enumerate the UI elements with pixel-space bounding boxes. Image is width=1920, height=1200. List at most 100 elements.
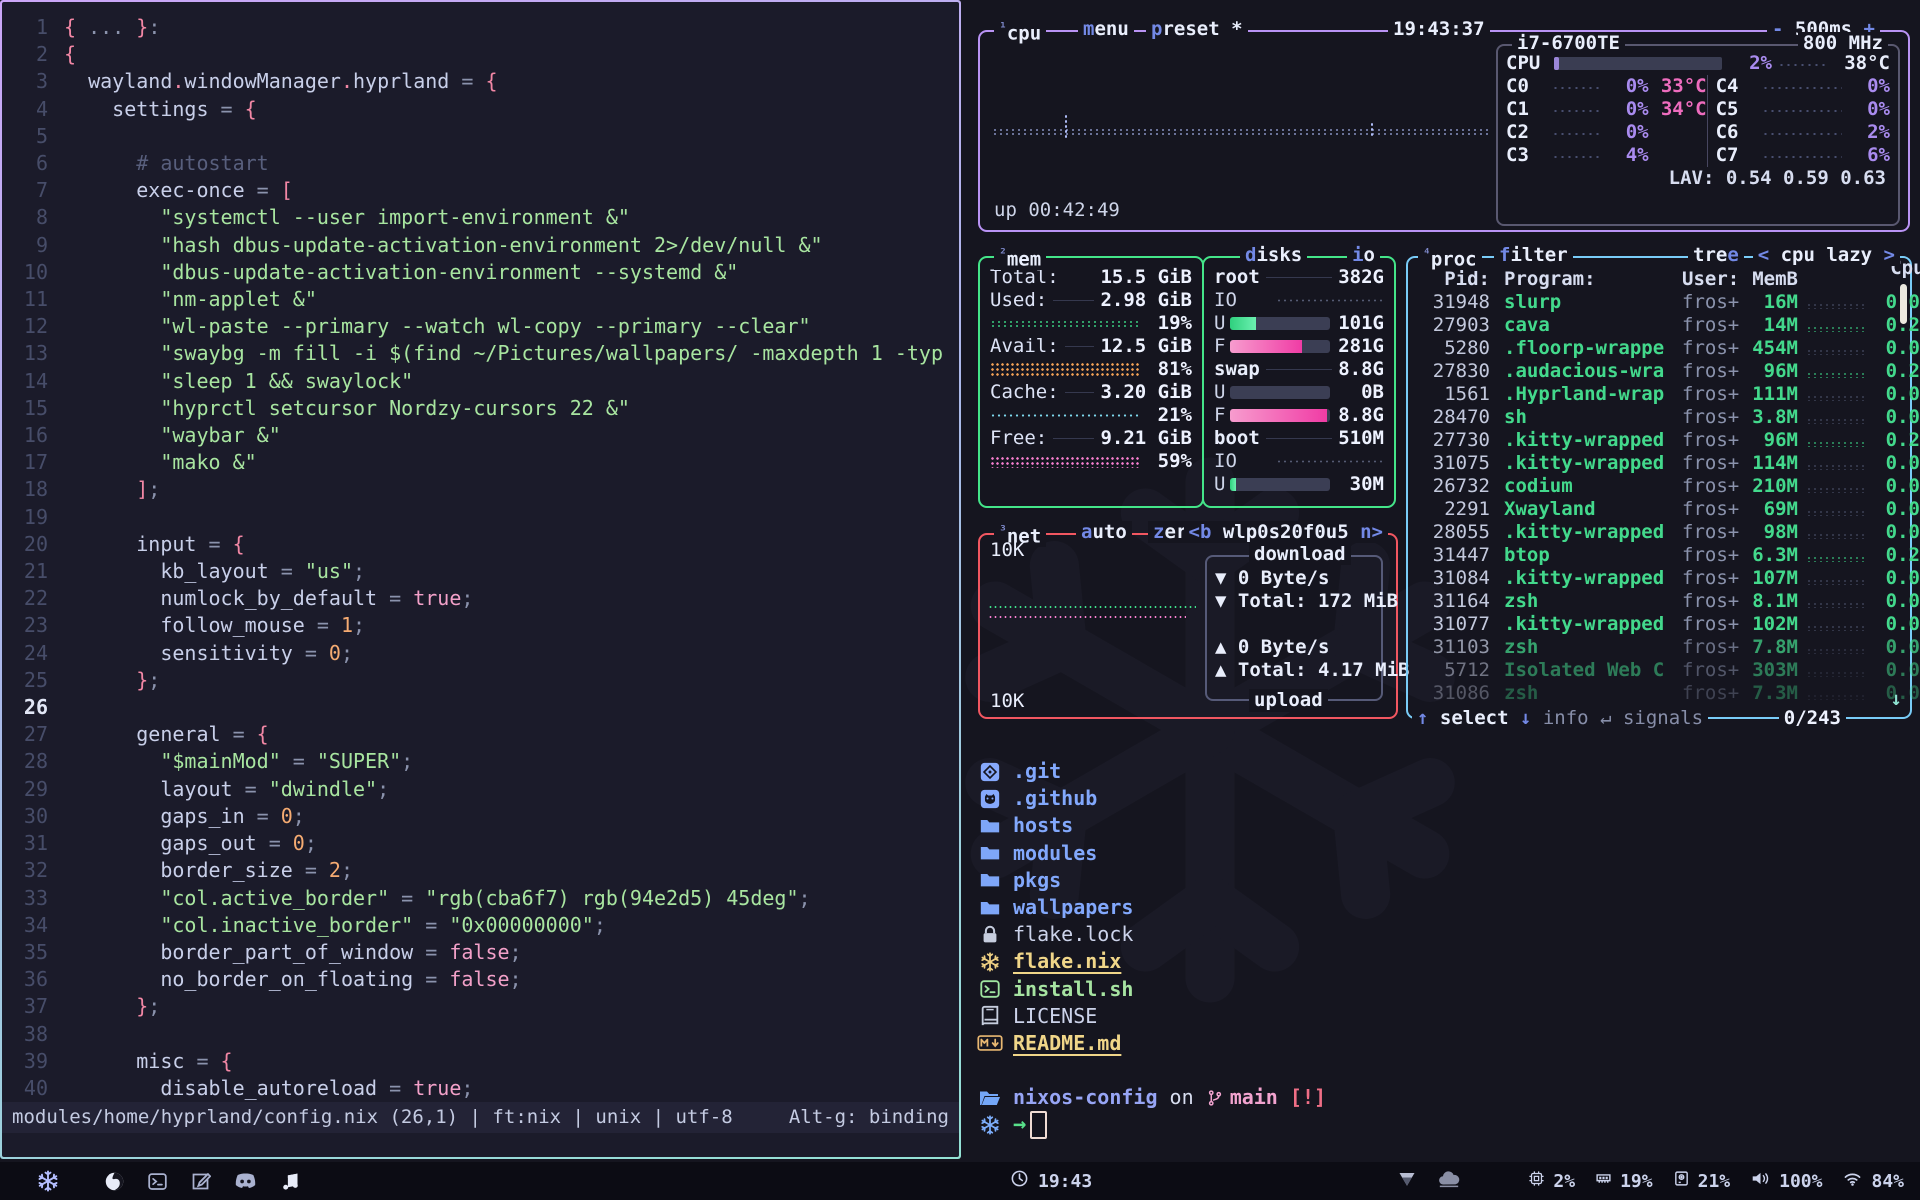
- net-interface-selector[interactable]: <b wlp0s20f0u5 n>: [1184, 521, 1389, 543]
- mem-row: Avail:12.5 GiB: [990, 335, 1192, 358]
- proc-cpu: 0.2: [1874, 544, 1920, 567]
- disk-io-graph: [1276, 459, 1384, 464]
- file-name: install.sh: [1013, 976, 1133, 1003]
- terminal-window[interactable]: .git.githubhostsmodulespkgswallpapersfla…: [977, 758, 1717, 1139]
- proc-pid: 2291: [1414, 498, 1490, 521]
- proc-cpu: 0.0: [1874, 291, 1920, 314]
- proc-row[interactable]: 31086zshfros+7.3M0.0: [1414, 682, 1904, 705]
- proc-row[interactable]: 31164zshfros+8.1M0.0: [1414, 590, 1904, 613]
- proc-keyhints[interactable]: ↑ select ↓ info ↵ signals: [1412, 707, 1708, 730]
- mem-row: 81%: [990, 358, 1192, 381]
- proc-cpu: 0.0: [1874, 337, 1920, 360]
- proc-row[interactable]: 31103zshfros+7.8M0.0: [1414, 636, 1904, 659]
- btop-net-box: ³net auto zero <b wlp0s20f0u5 n> 10K 10K…: [978, 533, 1398, 719]
- music-icon[interactable]: [280, 1171, 301, 1192]
- code-line: 30 gaps_in = 0;: [2, 803, 959, 830]
- disk-row: U30M: [1214, 473, 1384, 496]
- discord-icon[interactable]: [233, 1170, 258, 1192]
- proc-row[interactable]: 5712Isolated Web Cfros+303M0.0: [1414, 659, 1904, 682]
- proc-box-title[interactable]: ⁴proc: [1418, 244, 1482, 270]
- proc-cpu-minigraph: [1806, 671, 1868, 677]
- proc-row[interactable]: 2291Xwaylandfros+69M0.0: [1414, 498, 1904, 521]
- line-number: 36: [2, 966, 64, 993]
- disks-box-title[interactable]: disks: [1240, 244, 1307, 266]
- cpu-core-row: C10%34°C: [1506, 98, 1707, 121]
- proc-cpu: 0.2: [1874, 429, 1920, 452]
- bar-module-disk: 21%: [1673, 1170, 1731, 1192]
- proc-row[interactable]: 27830.audacious-wrafros+96M0.2: [1414, 360, 1904, 383]
- code-line: 19: [2, 504, 959, 531]
- proc-row[interactable]: 28055.kitty-wrappedfros+98M0.0: [1414, 521, 1904, 544]
- proc-pid: 28055: [1414, 521, 1490, 544]
- editor-window[interactable]: 1{ ... }:2{3 wayland.windowManager.hyprl…: [0, 0, 961, 1159]
- proc-tree-toggle[interactable]: tree: [1688, 244, 1744, 266]
- folder-open-icon: [977, 1087, 1003, 1109]
- code-area[interactable]: 1{ ... }:2{3 wayland.windowManager.hyprl…: [2, 2, 959, 1102]
- file-item: README.md: [977, 1030, 1717, 1057]
- line-number: 17: [2, 449, 64, 476]
- menu-button[interactable]: menu: [1078, 18, 1134, 40]
- line-number: 32: [2, 857, 64, 884]
- code-line: 38: [2, 1021, 959, 1048]
- proc-row[interactable]: 26732codiumfros+210M0.0: [1414, 475, 1904, 498]
- proc-program: zsh: [1490, 590, 1682, 613]
- mem-box-title[interactable]: ²mem: [994, 244, 1046, 270]
- proc-sort-selector[interactable]: < cpu lazy >: [1753, 244, 1900, 266]
- code-line: 33 "col.active_border" = "rgb(cba6f7) rg…: [2, 885, 959, 912]
- proc-program: Isolated Web C: [1490, 659, 1682, 682]
- folder-icon: [977, 869, 1003, 891]
- proc-user: fros+: [1682, 613, 1742, 636]
- proc-row[interactable]: 31447btopfros+6.3M0.2: [1414, 544, 1904, 567]
- proc-scrollbar[interactable]: [1900, 284, 1907, 324]
- proc-row[interactable]: 31077.kitty-wrappedfros+102M0.0: [1414, 613, 1904, 636]
- notes-icon[interactable]: [190, 1171, 211, 1192]
- file-name: hosts: [1013, 812, 1073, 839]
- core-minigraph: [1552, 154, 1601, 159]
- code-line: 22 numlock_by_default = true;: [2, 585, 959, 612]
- proc-user: fros+: [1682, 383, 1742, 406]
- cpu-box-title[interactable]: ¹cpu: [994, 18, 1046, 44]
- proc-row[interactable]: 28470shfros+3.8M0.0: [1414, 406, 1904, 429]
- preset-button[interactable]: preset *: [1146, 18, 1248, 40]
- proc-row[interactable]: 5280.floorp-wrappefros+454M0.0: [1414, 337, 1904, 360]
- mem-row: 59%: [990, 450, 1192, 473]
- shell-input-line[interactable]: →: [977, 1111, 1717, 1138]
- terminal-icon[interactable]: [147, 1171, 168, 1192]
- line-number: 15: [2, 395, 64, 422]
- code-line: 32 border_size = 2;: [2, 857, 959, 884]
- btop-disks-box: disks io root382GIOU101GF281Gswap8.8GU0B…: [1202, 256, 1396, 508]
- proc-filter-button[interactable]: filter: [1494, 244, 1573, 266]
- nix-icon[interactable]: [36, 1169, 60, 1193]
- proc-row[interactable]: 31948slurpfros+16M0.0: [1414, 291, 1904, 314]
- proc-row[interactable]: 31075.kitty-wrappedfros+114M0.0: [1414, 452, 1904, 475]
- cloud-icon[interactable]: [1436, 1168, 1462, 1195]
- mem-row: Free:9.21 GiB: [990, 427, 1192, 450]
- proc-table-header[interactable]: Pid: Program: User: MemB Cpu% ↑: [1414, 268, 1904, 291]
- line-number: 24: [2, 640, 64, 667]
- proc-row[interactable]: 27903cavafros+14M0.2: [1414, 314, 1904, 337]
- proc-cpu: 0.0: [1874, 636, 1920, 659]
- line-number: 25: [2, 667, 64, 694]
- code-line: 29 layout = "dwindle";: [2, 776, 959, 803]
- proc-cpu: 0.0: [1874, 521, 1920, 544]
- ram-icon: [1595, 1170, 1612, 1192]
- proc-row[interactable]: 31084.kitty-wrappedfros+107M0.0: [1414, 567, 1904, 590]
- proc-cpu: 0.0: [1874, 452, 1920, 475]
- folder-icon: [977, 842, 1003, 864]
- status-bar: 19:43 2%19%21%100%84%: [0, 1162, 1920, 1200]
- net-auto-toggle[interactable]: auto: [1076, 521, 1132, 543]
- line-number: 13: [2, 340, 64, 367]
- proc-row[interactable]: 1561.Hyprland-wrapfros+111M0.0: [1414, 383, 1904, 406]
- proc-table[interactable]: 31948slurpfros+16M0.027903cavafros+14M0.…: [1414, 291, 1904, 705]
- disks-io-toggle[interactable]: io: [1347, 244, 1380, 266]
- git-icon: [977, 761, 1003, 783]
- proc-mem: 3.8M: [1742, 406, 1798, 429]
- firefox-icon[interactable]: [104, 1171, 125, 1192]
- proc-row[interactable]: 27730.kitty-wrappedfros+96M0.2: [1414, 429, 1904, 452]
- disk-bar-value: 30M: [1350, 473, 1384, 496]
- shell-prompt: nixos-config on main [!]: [977, 1084, 1717, 1111]
- proc-scroll-down-icon[interactable]: ↓: [1891, 688, 1902, 711]
- wifi-tri-icon[interactable]: [1398, 1170, 1416, 1193]
- code-line-text: wayland.windowManager.hyprland = {: [64, 68, 498, 95]
- file-item: LICENSE: [977, 1003, 1717, 1030]
